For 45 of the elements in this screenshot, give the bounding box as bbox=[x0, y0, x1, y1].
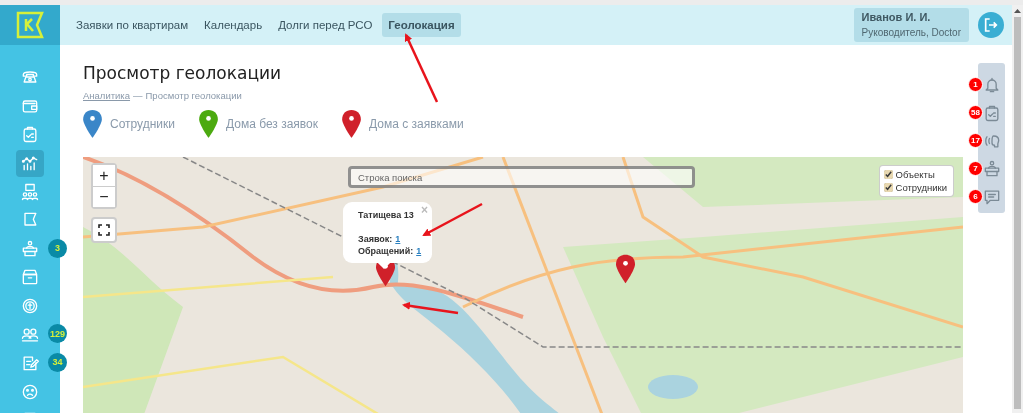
logout-button[interactable] bbox=[978, 12, 1004, 38]
logout-icon bbox=[983, 17, 999, 33]
count-badge: 17 bbox=[968, 133, 983, 148]
legend-label: Сотрудники bbox=[110, 117, 175, 131]
search-field[interactable]: Строка поиска bbox=[348, 166, 695, 188]
arrow-annotation bbox=[404, 33, 439, 103]
fullscreen-icon bbox=[98, 224, 110, 236]
count-badge: 1 bbox=[968, 77, 983, 92]
arrow-annotation bbox=[422, 202, 483, 237]
popup-label: Обращений: bbox=[358, 245, 414, 257]
layer-checkbox[interactable] bbox=[883, 183, 893, 192]
popup-title: Татищева 13 bbox=[358, 210, 415, 220]
arrow-annotation bbox=[402, 301, 459, 315]
nav-tab[interactable]: Календарь bbox=[198, 13, 269, 37]
fullscreen-button[interactable] bbox=[91, 217, 117, 243]
count-badge: 34 bbox=[48, 352, 67, 372]
count-badge: 7 bbox=[968, 161, 983, 176]
legend-label: Дома с заявками bbox=[369, 117, 464, 131]
count-badge: 6 bbox=[968, 189, 983, 204]
popup-label: Заявок: bbox=[358, 233, 393, 245]
nav-tab[interactable]: Заявки по квартирам bbox=[70, 13, 195, 37]
logo-icon[interactable] bbox=[16, 11, 44, 39]
popup-link[interactable]: 1 bbox=[395, 233, 401, 245]
breadcrumb-separator: — bbox=[133, 90, 143, 101]
legend-label: Дома без заявок bbox=[226, 117, 318, 131]
popup-link[interactable]: 1 bbox=[416, 245, 422, 257]
breadcrumb-link[interactable]: Аналитика bbox=[83, 90, 131, 101]
layer-label: Сотрудники bbox=[895, 182, 947, 193]
zoom-out-button[interactable]: − bbox=[93, 186, 115, 207]
person-at-desk-icon bbox=[20, 238, 40, 259]
sidebar-item[interactable] bbox=[16, 149, 44, 177]
layer-checkbox[interactable] bbox=[883, 170, 893, 179]
page-title: Просмотр геолокации bbox=[83, 63, 283, 83]
nav-tab[interactable]: Долги перед РСО bbox=[272, 13, 379, 37]
count-badge: 3 bbox=[48, 238, 67, 258]
people-board-icon bbox=[20, 181, 40, 202]
breadcrumb-current: Просмотр геолокации bbox=[145, 90, 242, 101]
scrollbar-thumb[interactable] bbox=[1014, 17, 1021, 409]
nav-tab[interactable]: Геолокация bbox=[382, 13, 461, 37]
user-card[interactable]: Иванов И. И. Руководитель, Doctor bbox=[853, 8, 969, 42]
count-badge: 129 bbox=[48, 324, 68, 344]
count-badge: 58 bbox=[968, 105, 983, 120]
user-name: Иванов И. И. bbox=[861, 11, 932, 23]
layer-label: Объекты bbox=[895, 169, 935, 180]
user-role: Руководитель, Doctor bbox=[861, 27, 961, 38]
